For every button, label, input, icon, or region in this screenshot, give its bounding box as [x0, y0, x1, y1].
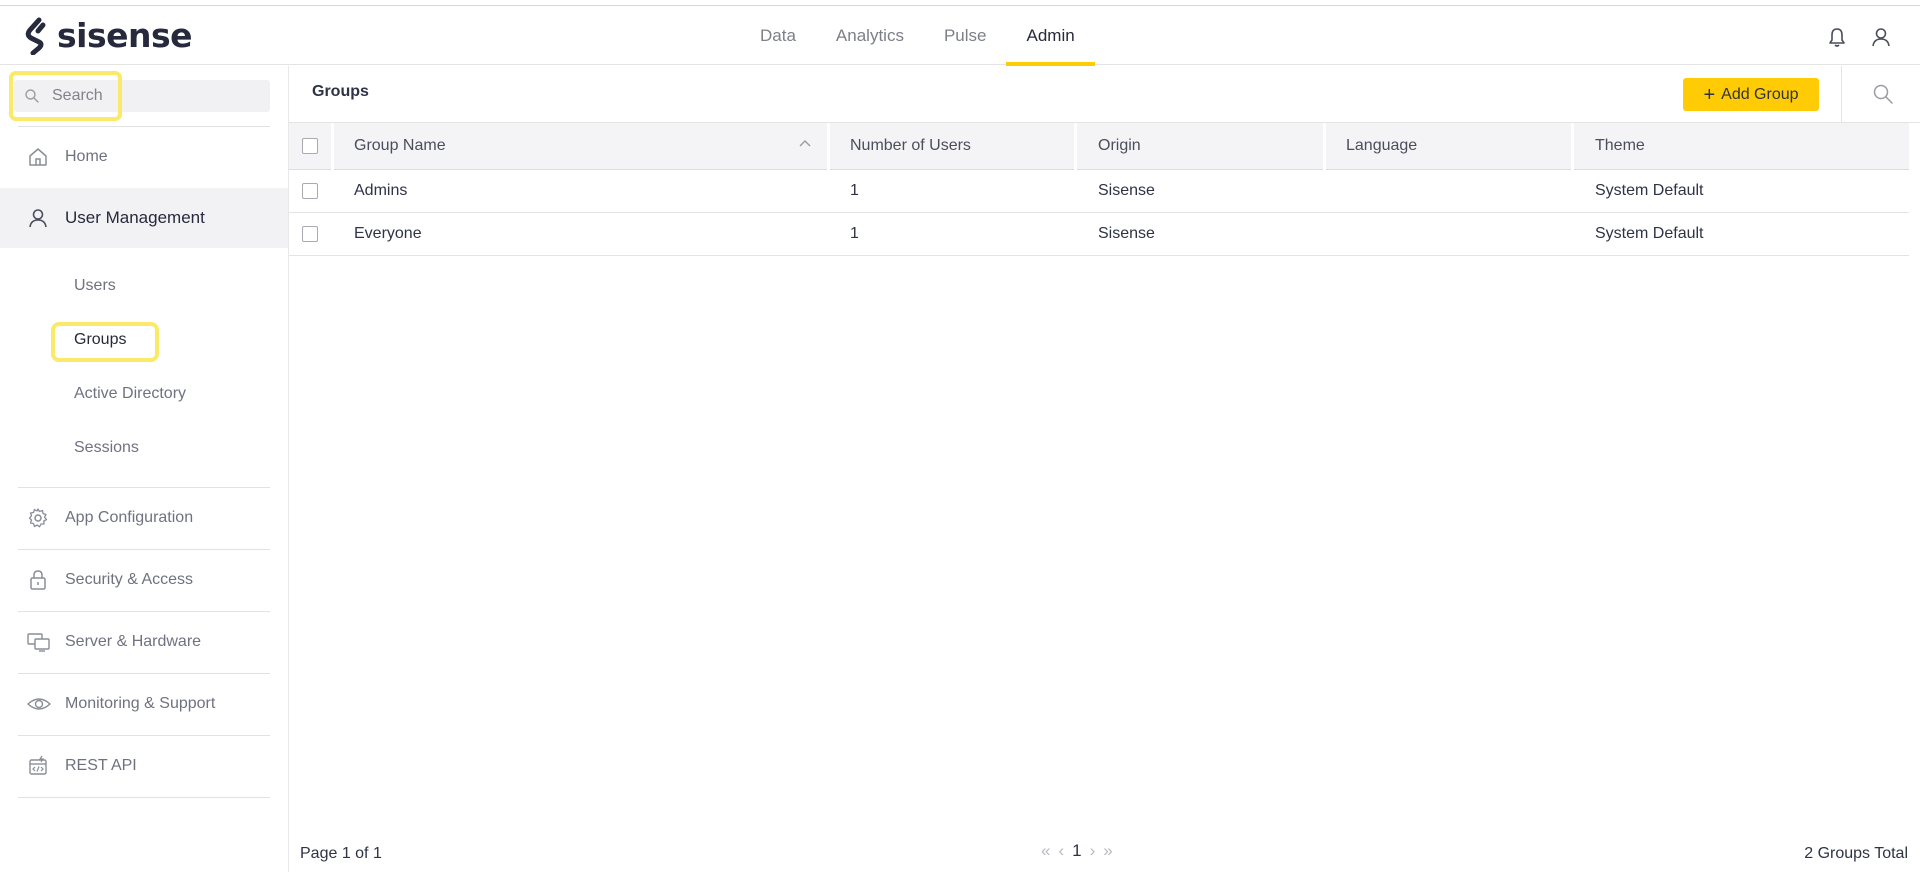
column-header-theme[interactable]: Theme	[1595, 123, 1645, 169]
column-header-language[interactable]: Language	[1346, 123, 1417, 169]
user-icon	[27, 207, 49, 229]
top-right-icons	[1826, 26, 1892, 48]
search-icon	[24, 88, 40, 104]
cell-origin: Sisense	[1098, 225, 1155, 242]
groups-header: Groups + Add Group	[289, 66, 1920, 123]
sisense-logo-icon	[25, 17, 46, 55]
sidebar-item-label: Security & Access	[65, 571, 194, 588]
eye-icon	[26, 693, 52, 715]
add-group-label: Add Group	[1721, 85, 1799, 103]
sidebar-item-home[interactable]: Home	[0, 127, 288, 187]
plus-icon: +	[1703, 83, 1716, 106]
admin-sidebar: Home User Management Users Groups Active…	[0, 66, 289, 872]
column-header-number-of-users[interactable]: Number of Users	[850, 123, 971, 169]
groups-table: Group Name Number of Users Origin Langua…	[289, 123, 1909, 256]
api-icon	[27, 755, 49, 777]
table-header-row: Group Name Number of Users Origin Langua…	[289, 123, 1909, 170]
column-separator	[331, 123, 334, 170]
cell-number-of-users: 1	[850, 225, 859, 242]
sidebar-item-label: Home	[65, 148, 108, 165]
pagination: « ‹ 1 › »	[1041, 841, 1113, 861]
sidebar-item-server-hardware[interactable]: Server & Hardware	[0, 612, 288, 672]
sidebar-item-label: Monitoring & Support	[65, 695, 216, 712]
column-separator	[827, 123, 830, 170]
column-header-origin[interactable]: Origin	[1098, 123, 1141, 169]
sidebar-subitem-groups[interactable]: Groups	[74, 328, 126, 352]
nav-tab-data[interactable]: Data	[740, 6, 816, 65]
sidebar-item-monitoring-support[interactable]: Monitoring & Support	[0, 674, 288, 734]
sidebar-search[interactable]	[14, 80, 270, 112]
nav-tab-analytics[interactable]: Analytics	[816, 6, 924, 65]
previous-page-icon[interactable]: ‹	[1058, 841, 1064, 861]
sidebar-item-user-management[interactable]: User Management	[0, 188, 288, 248]
sidebar-subitem-active-directory[interactable]: Active Directory	[74, 382, 186, 406]
sidebar-item-security-access[interactable]: Security & Access	[0, 550, 288, 610]
sisense-logo[interactable]: sisense	[22, 16, 193, 56]
next-page-icon[interactable]: ›	[1090, 841, 1096, 861]
top-bar: sisense Data Analytics Pulse Admin	[0, 5, 1920, 66]
search-icon[interactable]	[1872, 83, 1894, 105]
sidebar-search-input[interactable]	[52, 80, 262, 112]
top-navigation: Data Analytics Pulse Admin	[740, 6, 1095, 66]
divider	[1841, 66, 1842, 123]
sidebar-item-label: User Management	[65, 208, 205, 227]
row-checkbox[interactable]	[302, 226, 318, 242]
sidebar-item-app-configuration[interactable]: App Configuration	[0, 488, 288, 548]
cell-group-name[interactable]: Everyone	[354, 213, 422, 255]
select-all-checkbox[interactable]	[302, 138, 318, 154]
brand-name: sisense	[57, 16, 193, 55]
cell-origin: Sisense	[1098, 182, 1155, 199]
nav-tab-admin[interactable]: Admin	[1006, 6, 1095, 66]
user-icon[interactable]	[1870, 26, 1892, 48]
sidebar-item-label: REST API	[65, 757, 137, 774]
cell-theme: System Default	[1595, 182, 1704, 199]
sidebar-subitem-sessions[interactable]: Sessions	[74, 436, 139, 460]
table-row[interactable]: Admins 1 Sisense System Default	[289, 170, 1909, 213]
cell-theme: System Default	[1595, 225, 1704, 242]
column-separator	[1571, 123, 1574, 170]
home-icon	[27, 146, 49, 168]
sort-ascending-icon[interactable]	[798, 137, 812, 151]
divider	[18, 797, 270, 798]
add-group-button[interactable]: + Add Group	[1683, 78, 1819, 111]
page-info: Page 1 of 1	[300, 845, 382, 862]
last-page-icon[interactable]: »	[1103, 841, 1112, 861]
first-page-icon[interactable]: «	[1041, 841, 1050, 861]
table-row[interactable]: Everyone 1 Sisense System Default	[289, 213, 1909, 256]
column-separator	[1074, 123, 1077, 170]
sidebar-item-label: Server & Hardware	[65, 633, 202, 650]
cell-group-name[interactable]: Admins	[354, 170, 407, 212]
bell-icon[interactable]	[1826, 26, 1848, 48]
current-page-number[interactable]: 1	[1072, 841, 1081, 861]
cell-number-of-users: 1	[850, 182, 859, 199]
server-icon	[27, 631, 50, 653]
groups-total: 2 Groups Total	[1804, 845, 1908, 862]
gear-icon	[27, 507, 49, 529]
sidebar-subitem-users[interactable]: Users	[74, 274, 116, 298]
sidebar-item-label: App Configuration	[65, 509, 194, 526]
lock-icon	[27, 569, 49, 591]
column-separator	[1323, 123, 1326, 170]
main-content: Groups + Add Group Group Name Number of …	[289, 66, 1920, 872]
nav-tab-pulse[interactable]: Pulse	[924, 6, 1007, 65]
row-checkbox[interactable]	[302, 183, 318, 199]
column-header-group-name[interactable]: Group Name	[354, 123, 446, 169]
page-title: Groups	[312, 83, 369, 100]
sidebar-item-rest-api[interactable]: REST API	[0, 736, 288, 796]
